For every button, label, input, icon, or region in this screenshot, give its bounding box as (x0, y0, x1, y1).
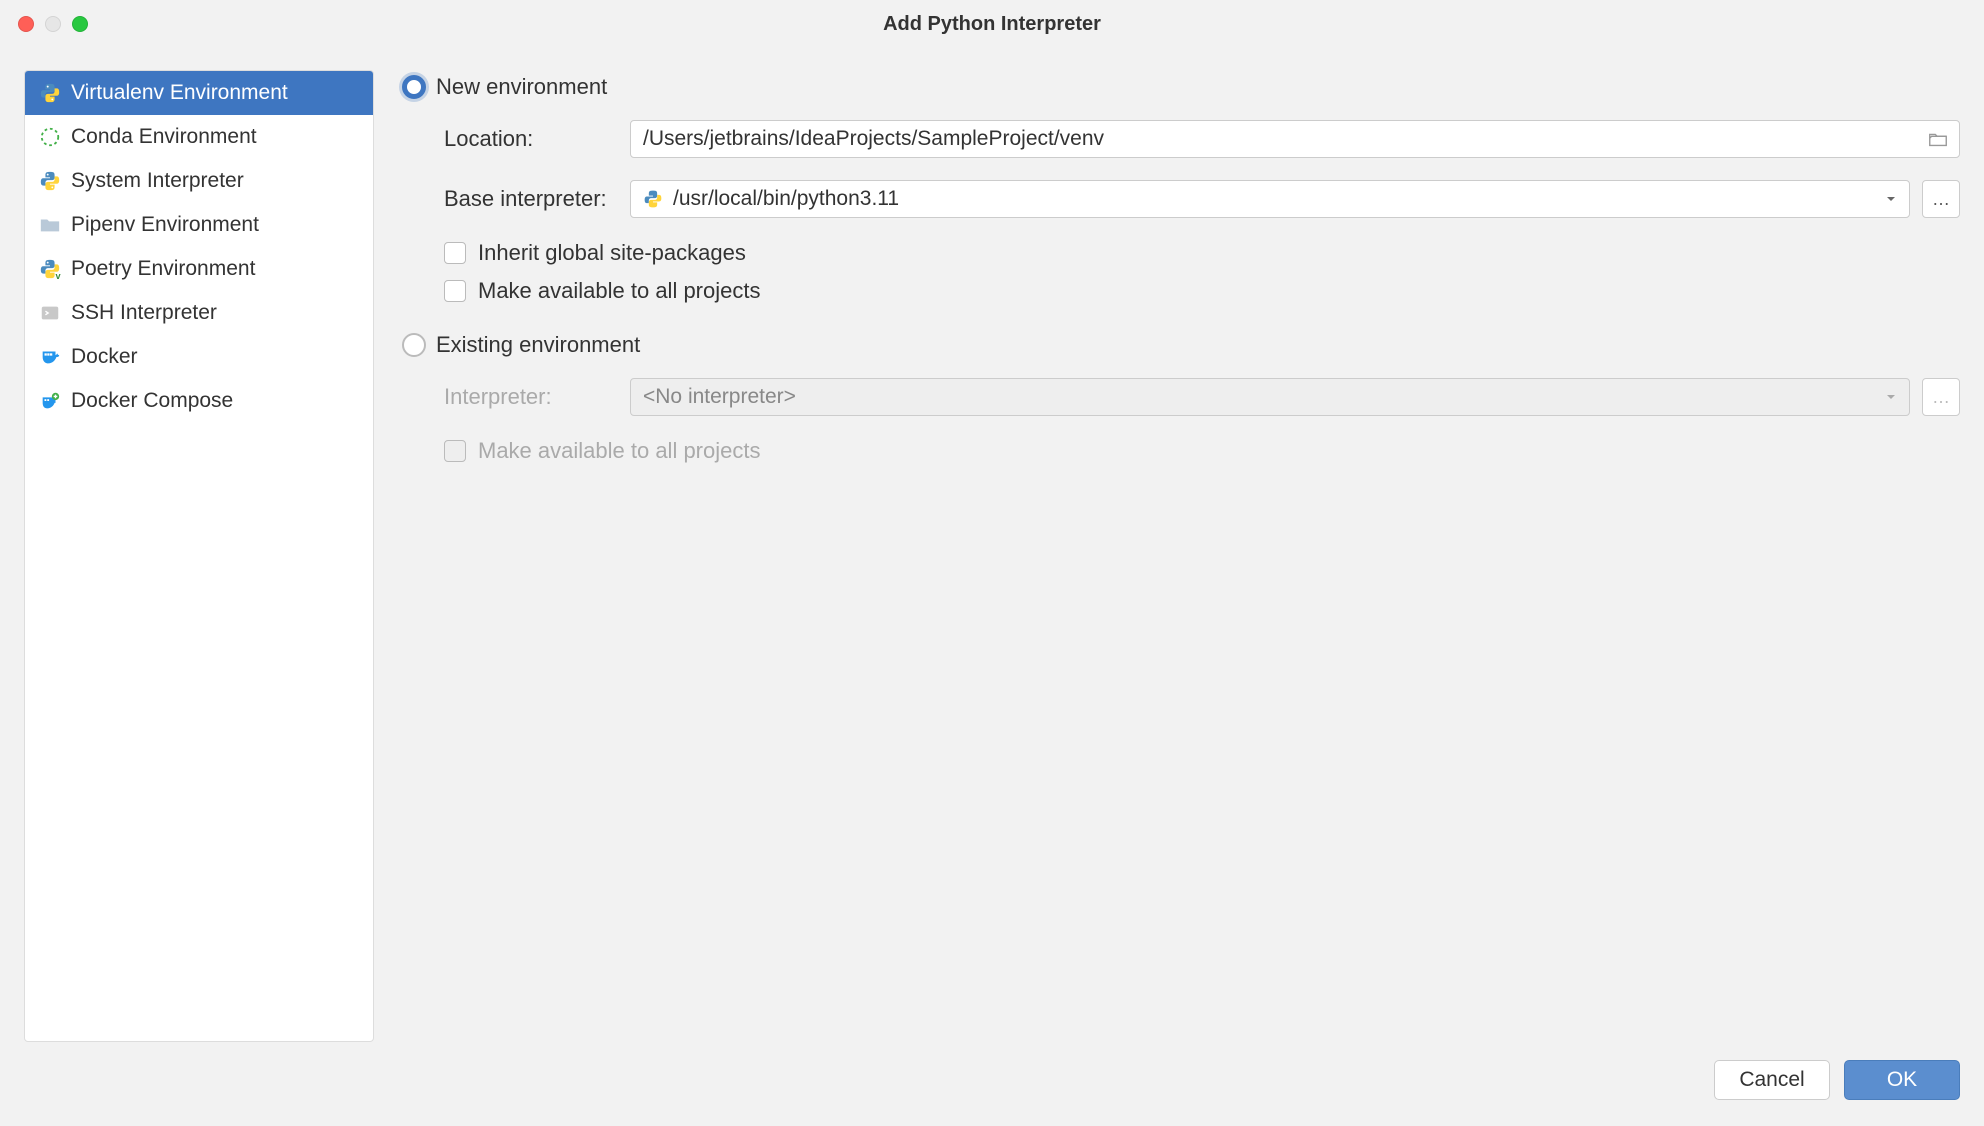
python-icon (643, 189, 663, 209)
existing-environment-section: Existing environment Interpreter: <No in… (402, 332, 1960, 464)
location-input[interactable]: /Users/jetbrains/IdeaProjects/SampleProj… (630, 120, 1960, 158)
new-environment-radio-row: New environment (402, 74, 1960, 100)
interpreter-row: Interpreter: <No interpreter> … (444, 378, 1960, 416)
sidebar-item-label: Conda Environment (71, 125, 257, 149)
location-label: Location: (444, 126, 630, 152)
base-interpreter-value: /usr/local/bin/python3.11 (673, 187, 899, 211)
svg-text:v: v (56, 271, 62, 280)
inherit-global-checkbox[interactable] (444, 242, 466, 264)
python-v-icon: v (39, 258, 61, 280)
sidebar-item-conda[interactable]: Conda Environment (25, 115, 373, 159)
sidebar-item-virtualenv[interactable]: Virtualenv Environment (25, 71, 373, 115)
python-icon (39, 82, 61, 104)
window-maximize-button[interactable] (72, 16, 88, 32)
window-minimize-button[interactable] (45, 16, 61, 32)
existing-make-available-checkbox (444, 440, 466, 462)
folder-icon (39, 214, 61, 236)
base-interpreter-dropdown[interactable]: /usr/local/bin/python3.11 (630, 180, 1910, 218)
folder-browse-icon[interactable] (1927, 128, 1949, 150)
chevron-down-icon (1885, 385, 1897, 409)
base-interpreter-browse-button[interactable]: … (1922, 180, 1960, 218)
interpreter-browse-button: … (1922, 378, 1960, 416)
base-interpreter-label: Base interpreter: (444, 186, 630, 212)
dialog-window: Add Python Interpreter Virtualenv Enviro… (0, 0, 1984, 1126)
sidebar-item-pipenv[interactable]: Pipenv Environment (25, 203, 373, 247)
location-input-wrapper: /Users/jetbrains/IdeaProjects/SampleProj… (630, 120, 1960, 158)
location-value: /Users/jetbrains/IdeaProjects/SampleProj… (643, 127, 1104, 151)
new-environment-form: Location: /Users/jetbrains/IdeaProjects/… (402, 120, 1960, 304)
window-title: Add Python Interpreter (883, 13, 1101, 36)
sidebar-item-docker-compose[interactable]: Docker Compose (25, 379, 373, 423)
make-available-label: Make available to all projects (478, 278, 760, 304)
ssh-icon (39, 302, 61, 324)
existing-environment-label: Existing environment (436, 332, 640, 358)
docker-compose-icon (39, 390, 61, 412)
location-row: Location: /Users/jetbrains/IdeaProjects/… (444, 120, 1960, 158)
python-icon (39, 170, 61, 192)
window-close-button[interactable] (18, 16, 34, 32)
main-panel: New environment Location: /Users/jetbrai… (374, 70, 1960, 1042)
sidebar-item-docker[interactable]: Docker (25, 335, 373, 379)
sidebar-item-label: System Interpreter (71, 169, 244, 193)
existing-environment-radio[interactable] (402, 333, 426, 357)
existing-environment-radio-row: Existing environment (402, 332, 1960, 358)
conda-icon (39, 126, 61, 148)
inherit-checkbox-row: Inherit global site-packages (444, 240, 1960, 266)
sidebar-item-label: Pipenv Environment (71, 213, 259, 237)
interpreter-value: <No interpreter> (643, 385, 796, 409)
ok-button[interactable]: OK (1844, 1060, 1960, 1100)
existing-make-available-label: Make available to all projects (478, 438, 760, 464)
chevron-down-icon (1885, 187, 1897, 211)
inherit-global-label: Inherit global site-packages (478, 240, 746, 266)
base-interpreter-row: Base interpreter: /usr/local/bin/python3… (444, 180, 1960, 218)
make-available-checkbox[interactable] (444, 280, 466, 302)
new-environment-label: New environment (436, 74, 607, 100)
new-environment-radio[interactable] (402, 75, 426, 99)
content-area: Virtualenv Environment Conda Environment (0, 48, 1984, 1042)
existing-make-available-row: Make available to all projects (444, 438, 1960, 464)
dialog-footer: Cancel OK (0, 1042, 1984, 1126)
interpreter-label: Interpreter: (444, 384, 630, 410)
sidebar-item-label: Docker (71, 345, 138, 369)
titlebar: Add Python Interpreter (0, 0, 1984, 48)
interpreter-type-sidebar: Virtualenv Environment Conda Environment (24, 70, 374, 1042)
docker-icon (39, 346, 61, 368)
traffic-lights (0, 16, 88, 32)
sidebar-item-poetry[interactable]: v Poetry Environment (25, 247, 373, 291)
sidebar-item-ssh[interactable]: SSH Interpreter (25, 291, 373, 335)
sidebar-item-label: SSH Interpreter (71, 301, 217, 325)
cancel-button[interactable]: Cancel (1714, 1060, 1830, 1100)
sidebar-item-label: Docker Compose (71, 389, 233, 413)
sidebar-item-label: Poetry Environment (71, 257, 255, 281)
sidebar-item-system[interactable]: System Interpreter (25, 159, 373, 203)
sidebar-item-label: Virtualenv Environment (71, 81, 288, 105)
interpreter-dropdown: <No interpreter> (630, 378, 1910, 416)
make-available-checkbox-row: Make available to all projects (444, 278, 1960, 304)
existing-environment-form: Interpreter: <No interpreter> … Make ava… (402, 378, 1960, 464)
